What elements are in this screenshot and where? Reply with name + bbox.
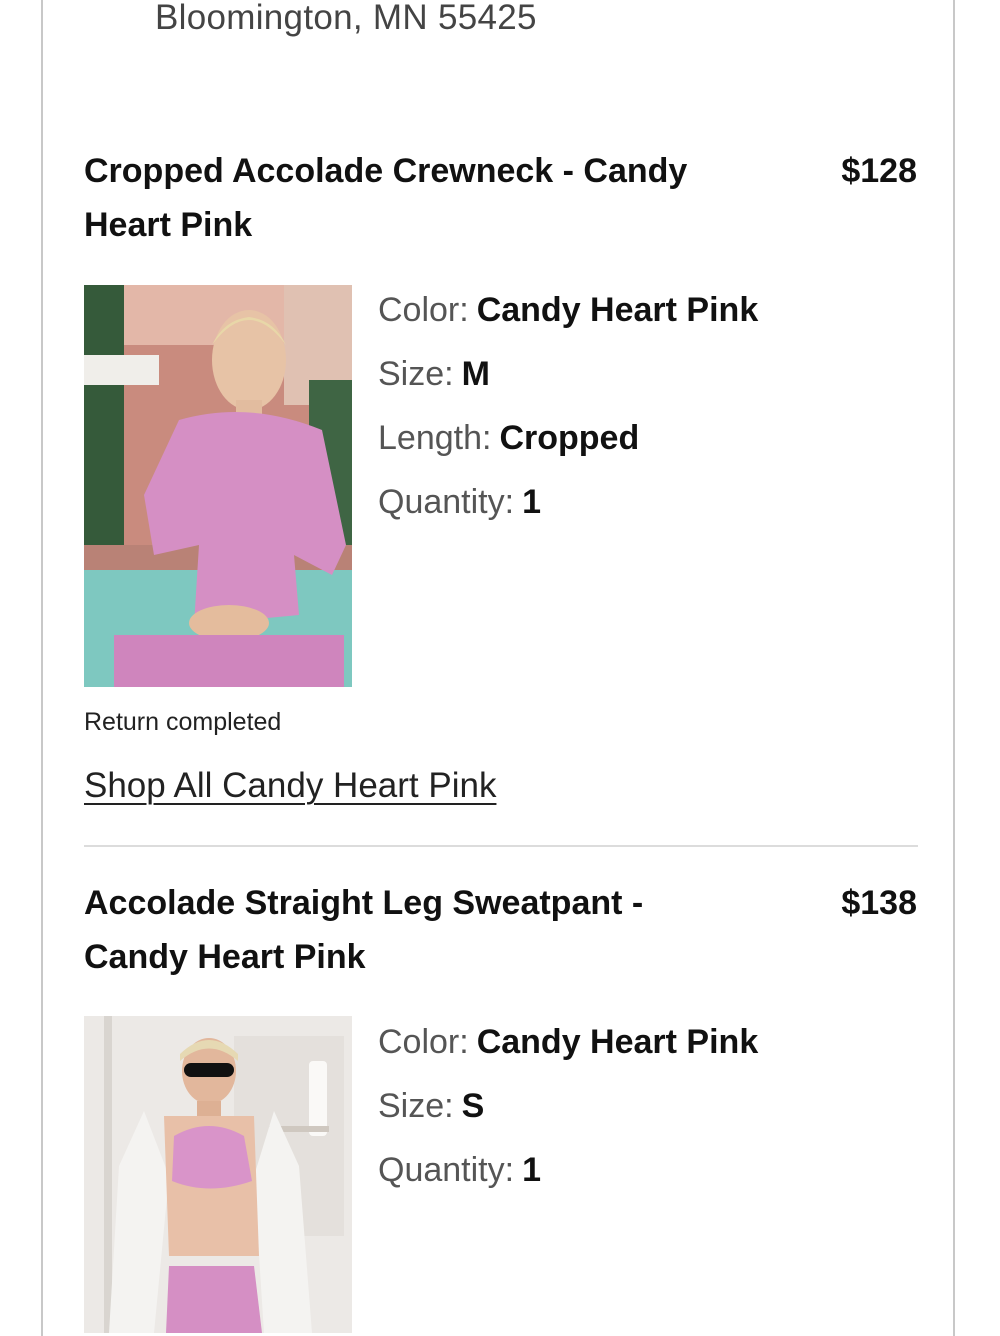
product-image[interactable] <box>84 285 352 687</box>
attribute-size: Size: S <box>378 1074 758 1138</box>
attribute-value: 1 <box>522 1151 541 1189</box>
attribute-value: Candy Heart Pink <box>476 291 759 329</box>
product-attributes: Color: Candy Heart Pink Size: M Length: Cro… <box>378 278 758 534</box>
product-title-line: Accolade Straight Leg Sweatpant - <box>84 884 644 922</box>
attribute-size: Size: M <box>378 342 758 406</box>
product-title-line: Cropped Accolade Crewneck - Candy <box>84 152 688 190</box>
attribute-value: M <box>461 355 490 393</box>
item-divider <box>84 845 918 847</box>
attribute-label: Color: <box>378 291 469 329</box>
attribute-value: 1 <box>522 483 541 521</box>
product-price: $138 <box>841 884 917 922</box>
attribute-value: S <box>461 1087 485 1125</box>
return-status: Return completed <box>84 708 282 736</box>
attribute-color: Color: Candy Heart Pink <box>378 1010 758 1074</box>
attribute-label: Size: <box>378 1087 454 1125</box>
attribute-quantity: Quantity: 1 <box>378 470 758 534</box>
attribute-label: Quantity: <box>378 483 515 521</box>
attribute-quantity: Quantity: 1 <box>378 1138 758 1202</box>
product-price: $128 <box>841 152 917 190</box>
attribute-value: Candy Heart Pink <box>476 1023 759 1061</box>
attribute-value: Cropped <box>499 419 640 457</box>
product-attributes: Color: Candy Heart Pink Size: S Quantity: 1 <box>378 1010 758 1202</box>
product-title-line: Heart Pink <box>84 206 253 244</box>
product-title[interactable]: Accolade Straight Leg Sweatpant - Candy … <box>84 876 764 984</box>
attribute-label: Color: <box>378 1023 469 1061</box>
attribute-label: Size: <box>378 355 454 393</box>
attribute-label: Quantity: <box>378 1151 515 1189</box>
attribute-label: Length: <box>378 419 492 457</box>
product-title[interactable]: Cropped Accolade Crewneck - Candy Heart … <box>84 144 764 252</box>
attribute-length: Length: Cropped <box>378 406 758 470</box>
product-image[interactable] <box>84 1016 352 1333</box>
shipping-address-line: Bloomington, MN 55425 <box>155 0 537 37</box>
attribute-color: Color: Candy Heart Pink <box>378 278 758 342</box>
shop-color-link[interactable]: Shop All Candy Heart Pink <box>84 766 496 806</box>
product-title-line: Candy Heart Pink <box>84 938 366 976</box>
